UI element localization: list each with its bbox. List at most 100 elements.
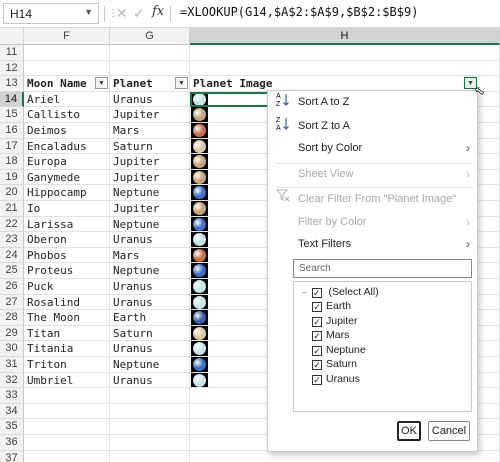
checkbox-checked-icon[interactable]: ✓ bbox=[312, 374, 322, 385]
row-number[interactable]: 27 bbox=[0, 294, 24, 311]
planet-cell[interactable]: Neptune bbox=[110, 185, 190, 201]
planet-cell[interactable]: Saturn bbox=[110, 138, 190, 155]
filter-values-list[interactable]: − ✓ (Select All) ✓ Earth ✓ Jupiter ✓ Mars ✓ Nep… bbox=[293, 281, 472, 412]
filter-checkbox-item[interactable]: ✓ Neptune bbox=[312, 343, 366, 357]
formula-input[interactable]: =XLOOKUP(G14,$A$2:$A$9,$B$2:$B$9) bbox=[180, 5, 418, 19]
row-number[interactable]: 14 bbox=[0, 91, 24, 108]
empty-cell[interactable] bbox=[110, 388, 190, 404]
row-number[interactable]: 30 bbox=[0, 341, 24, 357]
row-number[interactable]: 15 bbox=[0, 107, 24, 123]
planet-cell[interactable]: Jupiter bbox=[110, 201, 190, 217]
moon-name-cell[interactable]: Europa bbox=[24, 154, 110, 170]
row-number[interactable]: 36 bbox=[0, 435, 24, 451]
row-number[interactable]: 11 bbox=[0, 45, 24, 61]
planet-cell[interactable]: Mars bbox=[110, 247, 190, 264]
moon-name-cell[interactable]: Rosalind bbox=[24, 294, 110, 311]
empty-cell[interactable] bbox=[24, 435, 110, 451]
moon-name-cell[interactable]: Encaladus bbox=[24, 138, 110, 155]
empty-cell[interactable] bbox=[24, 60, 110, 77]
filter-checkbox-item[interactable]: ✓ Saturn bbox=[312, 357, 357, 371]
chevron-down-icon[interactable]: ▼ bbox=[84, 7, 93, 17]
empty-cell[interactable] bbox=[110, 450, 190, 462]
row-number[interactable]: 16 bbox=[0, 123, 24, 139]
moon-name-cell[interactable]: Callisto bbox=[24, 107, 110, 123]
sort-a-to-z-item[interactable]: AZ Sort A to Z bbox=[268, 91, 477, 113]
empty-cell[interactable] bbox=[190, 45, 500, 61]
moon-name-cell[interactable]: Umbriel bbox=[24, 372, 110, 389]
empty-cell[interactable] bbox=[110, 403, 190, 420]
row-number[interactable]: 19 bbox=[0, 169, 24, 186]
empty-cell[interactable] bbox=[110, 45, 190, 61]
row-number[interactable]: 26 bbox=[0, 279, 24, 295]
planet-cell[interactable]: Uranus bbox=[110, 372, 190, 389]
filter-search-input[interactable]: Search bbox=[293, 259, 472, 278]
row-number[interactable]: 34 bbox=[0, 403, 24, 420]
planet-cell[interactable]: Jupiter bbox=[110, 154, 190, 170]
moon-name-cell[interactable]: Larissa bbox=[24, 216, 110, 233]
row-number[interactable]: 18 bbox=[0, 154, 24, 170]
filter-dropdown-button[interactable]: ▼ bbox=[95, 77, 108, 90]
moon-name-cell[interactable]: Io bbox=[24, 201, 110, 217]
planet-cell[interactable]: Neptune bbox=[110, 216, 190, 233]
moon-name-cell[interactable]: Ganymede bbox=[24, 169, 110, 186]
filter-checkbox-select-all[interactable]: − ✓ (Select All) bbox=[302, 285, 379, 299]
row-number[interactable]: 21 bbox=[0, 201, 24, 217]
column-header-f[interactable]: F bbox=[24, 28, 110, 45]
checkbox-checked-icon[interactable]: ✓ bbox=[312, 331, 322, 341]
moon-name-cell[interactable]: Ariel bbox=[24, 91, 110, 108]
row-number[interactable]: 32 bbox=[0, 372, 24, 389]
empty-cell[interactable] bbox=[24, 450, 110, 462]
text-filters-item[interactable]: Text Filters › bbox=[268, 233, 477, 255]
empty-cell[interactable] bbox=[190, 60, 500, 77]
planet-cell[interactable]: Uranus bbox=[110, 232, 190, 248]
cancel-button[interactable]: Cancel bbox=[428, 421, 470, 441]
row-number[interactable]: 35 bbox=[0, 419, 24, 435]
enter-icon[interactable]: ✓ bbox=[133, 5, 145, 22]
empty-cell[interactable] bbox=[24, 403, 110, 420]
row-number[interactable]: 31 bbox=[0, 357, 24, 373]
row-number[interactable]: 23 bbox=[0, 232, 24, 248]
empty-cell[interactable] bbox=[110, 419, 190, 435]
ok-button[interactable]: OK bbox=[397, 421, 421, 441]
row-number[interactable]: 33 bbox=[0, 388, 24, 404]
planet-cell[interactable]: Uranus bbox=[110, 91, 190, 108]
moon-name-cell[interactable]: Titania bbox=[24, 341, 110, 357]
column-header-h[interactable]: H bbox=[190, 28, 500, 45]
planet-cell[interactable]: Uranus bbox=[110, 294, 190, 311]
empty-cell[interactable] bbox=[24, 45, 110, 61]
row-number[interactable]: 24 bbox=[0, 247, 24, 264]
row-number[interactable]: 17 bbox=[0, 138, 24, 155]
moon-name-cell[interactable]: Deimos bbox=[24, 123, 110, 139]
moon-name-cell[interactable]: Proteus bbox=[24, 263, 110, 279]
empty-cell[interactable] bbox=[110, 435, 190, 451]
row-number[interactable]: 12 bbox=[0, 60, 24, 77]
checkbox-checked-icon[interactable]: ✓ bbox=[312, 345, 322, 356]
planet-cell[interactable]: Neptune bbox=[110, 357, 190, 373]
row-number[interactable]: 25 bbox=[0, 263, 24, 279]
filter-dropdown-button[interactable]: ▼ bbox=[175, 77, 188, 90]
row-number[interactable]: 37 bbox=[0, 450, 24, 462]
checkbox-checked-icon[interactable]: ✓ bbox=[311, 288, 322, 298]
name-box[interactable]: H14 ▼ bbox=[3, 3, 99, 24]
planet-cell[interactable]: Saturn bbox=[110, 325, 190, 342]
moon-name-cell[interactable]: Triton bbox=[24, 357, 110, 373]
filter-checkbox-item[interactable]: ✓ Jupiter bbox=[312, 314, 358, 328]
row-number[interactable]: 29 bbox=[0, 325, 24, 342]
row-number[interactable]: 20 bbox=[0, 185, 24, 201]
moon-name-cell[interactable]: Oberon bbox=[24, 232, 110, 248]
sort-z-to-a-item[interactable]: ZA Sort Z to A bbox=[268, 115, 477, 137]
moon-name-cell[interactable]: Phobos bbox=[24, 247, 110, 264]
sort-by-color-item[interactable]: Sort by Color › bbox=[268, 137, 477, 159]
planet-cell[interactable]: Jupiter bbox=[110, 107, 190, 123]
cancel-icon[interactable]: ✕ bbox=[116, 5, 128, 22]
filter-checkbox-item[interactable]: ✓ Earth bbox=[312, 299, 351, 313]
planet-cell[interactable]: Jupiter bbox=[110, 169, 190, 186]
checkbox-checked-icon[interactable]: ✓ bbox=[312, 316, 322, 327]
planet-cell[interactable]: Earth bbox=[110, 310, 190, 326]
planet-cell[interactable]: Mars bbox=[110, 123, 190, 139]
select-all-corner[interactable] bbox=[0, 28, 24, 45]
planet-cell[interactable]: Uranus bbox=[110, 279, 190, 295]
planet-cell[interactable]: Uranus bbox=[110, 341, 190, 357]
filter-checkbox-item[interactable]: ✓ Mars bbox=[312, 328, 349, 342]
moon-name-cell[interactable]: The Moon bbox=[24, 310, 110, 326]
